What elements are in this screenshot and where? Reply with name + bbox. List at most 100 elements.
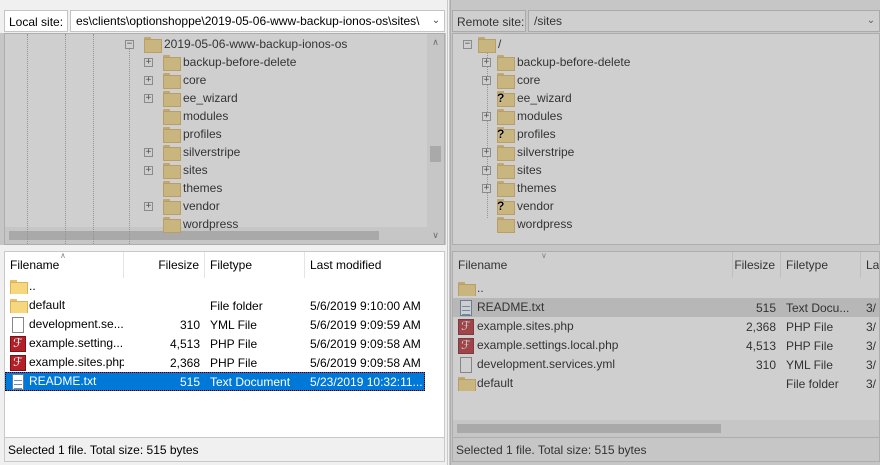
unknown-folder-icon: ? (497, 199, 515, 215)
scroll-thumb[interactable] (430, 146, 441, 162)
folder-icon (163, 217, 181, 233)
file-name: README.txt (477, 299, 545, 314)
file-row[interactable]: default File folder 5/6/2019 9:10:00 AM (5, 296, 425, 315)
file-row[interactable]: .. (5, 277, 425, 296)
tree-node[interactable]: + silverstripe (144, 143, 240, 161)
column-filename[interactable]: ∧ Filename (5, 252, 124, 278)
file-type: YML File (786, 357, 833, 372)
tree-node[interactable]: ? vendor (482, 197, 554, 215)
php-file-icon (10, 354, 26, 371)
expand-icon[interactable]: + (482, 183, 491, 193)
column-filename-label: Filename (458, 258, 508, 272)
folder-icon (497, 217, 515, 233)
column-filetype[interactable]: Filetype (781, 252, 861, 278)
expand-icon[interactable]: + (144, 165, 153, 175)
expand-icon[interactable]: + (144, 75, 153, 85)
chevron-down-icon[interactable]: ⌄ (428, 11, 444, 31)
file-type: PHP File (210, 355, 258, 370)
column-last-modified[interactable]: Last modified (305, 252, 425, 278)
remote-site-path-combobox[interactable]: /sites ⌄ (528, 10, 880, 32)
tree-node[interactable]: ? ee_wizard (482, 89, 572, 107)
folder-icon (497, 109, 515, 125)
file-size: 2,368 (169, 355, 200, 370)
remote-site-path-text: /sites (534, 14, 563, 28)
file-name: .. (477, 281, 484, 296)
file-row[interactable]: README.txt 515 Text Document 5/23/2019 10:3… (5, 372, 425, 391)
file-row[interactable]: development.se... 310 YML File 5/6/2019 9:0… (5, 315, 425, 334)
file-name-cell: .. (453, 281, 733, 296)
tree-node[interactable]: + ee_wizard (144, 89, 238, 107)
column-filetype[interactable]: Filetype (205, 252, 305, 278)
tree-node[interactable]: + core (144, 71, 206, 89)
chevron-down-icon[interactable]: ⌄ (863, 11, 879, 31)
file-type: PHP File (210, 336, 258, 351)
tree-node[interactable]: − / (463, 35, 501, 53)
tree-guide-line (65, 34, 66, 244)
collapse-icon[interactable]: − (125, 39, 134, 49)
file-row[interactable]: default File folder 3/ (453, 374, 879, 393)
tree-node[interactable]: + backup-before-delete (144, 53, 296, 71)
remote-list-horizontal-scrollbar[interactable] (453, 420, 879, 437)
remote-directory-tree[interactable]: − / + backup-before-delete + core? ee_wizard + m… (452, 33, 880, 245)
expand-icon[interactable]: + (144, 93, 153, 103)
tree-node-label: ee_wizard (517, 91, 572, 105)
tree-node[interactable]: + sites (144, 161, 208, 179)
file-row[interactable]: development.services.yml 310 YML File 3/ (453, 355, 879, 374)
file-row[interactable]: example.settings.local.php 4,513 PHP File 3… (453, 336, 879, 355)
tree-node[interactable]: wordpress (144, 215, 238, 233)
expand-icon[interactable]: + (482, 57, 491, 67)
tree-node[interactable]: themes (144, 179, 222, 197)
scroll-thumb[interactable] (457, 424, 721, 433)
tree-node-label: ee_wizard (183, 91, 238, 105)
tree-node[interactable]: + core (482, 71, 540, 89)
folder-icon (163, 199, 181, 215)
folder-icon (163, 55, 181, 71)
scroll-up-arrow-icon[interactable]: ∧ (427, 34, 444, 51)
column-filesize[interactable]: Filesize (124, 252, 205, 278)
tree-node[interactable]: − 2019-05-06-www-backup-ionos-os (125, 35, 347, 53)
expand-icon[interactable]: + (144, 201, 153, 211)
collapse-icon[interactable]: − (463, 39, 472, 49)
expand-icon[interactable]: + (144, 147, 153, 157)
expand-icon[interactable]: + (482, 75, 491, 85)
tree-node[interactable]: modules (144, 107, 228, 125)
file-name: development.services.yml (477, 356, 616, 371)
file-name: development.se... (29, 316, 124, 331)
column-filename[interactable]: ∨ Filename (453, 252, 733, 278)
tree-node[interactable]: wordpress (482, 215, 572, 233)
file-row[interactable]: example.setting... 4,513 PHP File 5/6/2019 … (5, 334, 425, 353)
tree-node[interactable]: ? profiles (482, 125, 556, 143)
tree-guide-line (129, 44, 130, 244)
tree-node[interactable]: + themes (482, 179, 556, 197)
column-filesize[interactable]: Filesize (733, 252, 781, 278)
tree-node-label: silverstripe (517, 145, 575, 159)
file-row[interactable]: example.sites.php 2,368 PHP File 3/ (453, 317, 879, 336)
file-type: PHP File (786, 319, 834, 334)
local-directory-tree[interactable]: ∧ ∨ − 2019-05-06-www-backup-ionos-os + back… (4, 33, 445, 245)
expand-icon[interactable]: + (482, 111, 491, 121)
folder-icon (163, 127, 181, 143)
tree-node[interactable]: + silverstripe (482, 143, 574, 161)
expand-icon[interactable]: + (482, 165, 491, 175)
file-row[interactable]: example.sites.php 2,368 PHP File 5/6/2019 9… (5, 353, 425, 372)
local-site-path-combobox[interactable]: es\clients\optionshoppe\2019-05-06-www-b… (70, 10, 445, 32)
tree-node[interactable]: + vendor (144, 197, 220, 215)
tree-node-label: / (498, 37, 502, 51)
column-last-modified[interactable]: La (861, 252, 879, 278)
expand-icon[interactable]: + (144, 57, 153, 67)
local-file-list[interactable]: ∧ Filename Filesize Filetype Last modifie… (4, 251, 445, 438)
tree-node[interactable]: + backup-before-delete (482, 53, 630, 71)
file-row[interactable]: .. (453, 279, 879, 298)
remote-file-list[interactable]: ∨ Filename Filesize Filetype La .. README.… (452, 251, 880, 438)
expand-icon[interactable]: + (482, 147, 491, 157)
tree-node-label: profiles (517, 127, 556, 141)
file-row[interactable]: README.txt 515 Text Docu... 3/ (453, 298, 879, 317)
local-tree-vertical-scrollbar[interactable]: ∧ ∨ (427, 34, 444, 244)
tree-node[interactable]: profiles (144, 125, 222, 143)
tree-node[interactable]: + sites (482, 161, 542, 179)
column-filename-label: Filename (10, 258, 60, 272)
tree-node-label: sites (183, 163, 208, 177)
file-name-cell: default (453, 376, 733, 391)
file-name: example.setting... (29, 335, 124, 350)
tree-node[interactable]: + modules (482, 107, 562, 125)
